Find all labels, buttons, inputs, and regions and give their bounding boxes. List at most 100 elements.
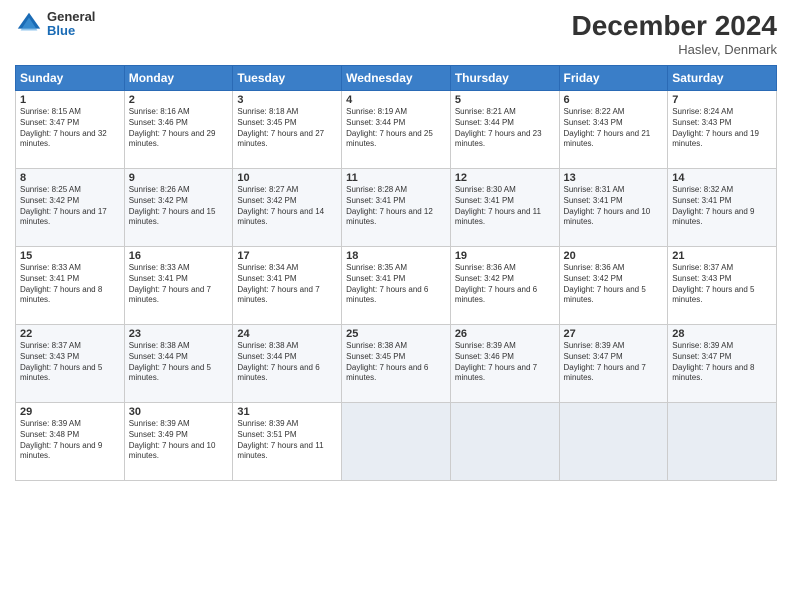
- cell-details: Sunrise: 8:39 AMSunset: 3:49 PMDaylight:…: [129, 419, 229, 462]
- logo-text: General Blue: [47, 10, 95, 39]
- cell-details: Sunrise: 8:25 AMSunset: 3:42 PMDaylight:…: [20, 185, 120, 228]
- cell-details: Sunrise: 8:30 AMSunset: 3:41 PMDaylight:…: [455, 185, 555, 228]
- calendar-cell: 16Sunrise: 8:33 AMSunset: 3:41 PMDayligh…: [124, 247, 233, 325]
- day-number: 1: [20, 94, 120, 106]
- day-number: 12: [455, 172, 555, 184]
- calendar-cell: 29Sunrise: 8:39 AMSunset: 3:48 PMDayligh…: [16, 403, 125, 481]
- calendar-cell: 8Sunrise: 8:25 AMSunset: 3:42 PMDaylight…: [16, 169, 125, 247]
- calendar-cell: 2Sunrise: 8:16 AMSunset: 3:46 PMDaylight…: [124, 91, 233, 169]
- day-number: 8: [20, 172, 120, 184]
- calendar-cell: 26Sunrise: 8:39 AMSunset: 3:46 PMDayligh…: [450, 325, 559, 403]
- calendar-cell: [342, 403, 451, 481]
- calendar-cell: 24Sunrise: 8:38 AMSunset: 3:44 PMDayligh…: [233, 325, 342, 403]
- cell-details: Sunrise: 8:15 AMSunset: 3:47 PMDaylight:…: [20, 107, 120, 150]
- page: General Blue December 2024 Haslev, Denma…: [0, 0, 792, 612]
- logo: General Blue: [15, 10, 95, 39]
- calendar-cell: 15Sunrise: 8:33 AMSunset: 3:41 PMDayligh…: [16, 247, 125, 325]
- cell-details: Sunrise: 8:33 AMSunset: 3:41 PMDaylight:…: [20, 263, 120, 306]
- day-number: 2: [129, 94, 229, 106]
- calendar-cell: 30Sunrise: 8:39 AMSunset: 3:49 PMDayligh…: [124, 403, 233, 481]
- day-number: 25: [346, 328, 446, 340]
- calendar-cell: [559, 403, 668, 481]
- day-number: 26: [455, 328, 555, 340]
- cell-details: Sunrise: 8:37 AMSunset: 3:43 PMDaylight:…: [20, 341, 120, 384]
- cell-details: Sunrise: 8:39 AMSunset: 3:51 PMDaylight:…: [237, 419, 337, 462]
- calendar-cell: 23Sunrise: 8:38 AMSunset: 3:44 PMDayligh…: [124, 325, 233, 403]
- column-header-friday: Friday: [559, 66, 668, 91]
- cell-details: Sunrise: 8:24 AMSunset: 3:43 PMDaylight:…: [672, 107, 772, 150]
- cell-details: Sunrise: 8:27 AMSunset: 3:42 PMDaylight:…: [237, 185, 337, 228]
- cell-details: Sunrise: 8:19 AMSunset: 3:44 PMDaylight:…: [346, 107, 446, 150]
- day-number: 31: [237, 406, 337, 418]
- day-number: 13: [564, 172, 664, 184]
- logo-blue: Blue: [47, 24, 95, 38]
- column-header-tuesday: Tuesday: [233, 66, 342, 91]
- header: General Blue December 2024 Haslev, Denma…: [15, 10, 777, 57]
- week-row-1: 1Sunrise: 8:15 AMSunset: 3:47 PMDaylight…: [16, 91, 777, 169]
- cell-details: Sunrise: 8:38 AMSunset: 3:44 PMDaylight:…: [129, 341, 229, 384]
- day-number: 23: [129, 328, 229, 340]
- calendar-cell: 21Sunrise: 8:37 AMSunset: 3:43 PMDayligh…: [668, 247, 777, 325]
- day-number: 7: [672, 94, 772, 106]
- column-header-wednesday: Wednesday: [342, 66, 451, 91]
- calendar-cell: 9Sunrise: 8:26 AMSunset: 3:42 PMDaylight…: [124, 169, 233, 247]
- cell-details: Sunrise: 8:39 AMSunset: 3:48 PMDaylight:…: [20, 419, 120, 462]
- cell-details: Sunrise: 8:32 AMSunset: 3:41 PMDaylight:…: [672, 185, 772, 228]
- cell-details: Sunrise: 8:31 AMSunset: 3:41 PMDaylight:…: [564, 185, 664, 228]
- calendar-cell: 18Sunrise: 8:35 AMSunset: 3:41 PMDayligh…: [342, 247, 451, 325]
- day-number: 6: [564, 94, 664, 106]
- calendar-cell: 12Sunrise: 8:30 AMSunset: 3:41 PMDayligh…: [450, 169, 559, 247]
- calendar-cell: 3Sunrise: 8:18 AMSunset: 3:45 PMDaylight…: [233, 91, 342, 169]
- cell-details: Sunrise: 8:39 AMSunset: 3:47 PMDaylight:…: [672, 341, 772, 384]
- cell-details: Sunrise: 8:21 AMSunset: 3:44 PMDaylight:…: [455, 107, 555, 150]
- calendar-cell: 31Sunrise: 8:39 AMSunset: 3:51 PMDayligh…: [233, 403, 342, 481]
- cell-details: Sunrise: 8:36 AMSunset: 3:42 PMDaylight:…: [455, 263, 555, 306]
- week-row-2: 8Sunrise: 8:25 AMSunset: 3:42 PMDaylight…: [16, 169, 777, 247]
- calendar-cell: 17Sunrise: 8:34 AMSunset: 3:41 PMDayligh…: [233, 247, 342, 325]
- calendar-cell: 14Sunrise: 8:32 AMSunset: 3:41 PMDayligh…: [668, 169, 777, 247]
- calendar-cell: 11Sunrise: 8:28 AMSunset: 3:41 PMDayligh…: [342, 169, 451, 247]
- cell-details: Sunrise: 8:22 AMSunset: 3:43 PMDaylight:…: [564, 107, 664, 150]
- calendar-cell: 13Sunrise: 8:31 AMSunset: 3:41 PMDayligh…: [559, 169, 668, 247]
- week-row-3: 15Sunrise: 8:33 AMSunset: 3:41 PMDayligh…: [16, 247, 777, 325]
- day-number: 20: [564, 250, 664, 262]
- day-number: 15: [20, 250, 120, 262]
- calendar-cell: 22Sunrise: 8:37 AMSunset: 3:43 PMDayligh…: [16, 325, 125, 403]
- day-number: 17: [237, 250, 337, 262]
- week-row-5: 29Sunrise: 8:39 AMSunset: 3:48 PMDayligh…: [16, 403, 777, 481]
- calendar-cell: 19Sunrise: 8:36 AMSunset: 3:42 PMDayligh…: [450, 247, 559, 325]
- cell-details: Sunrise: 8:38 AMSunset: 3:44 PMDaylight:…: [237, 341, 337, 384]
- cell-details: Sunrise: 8:16 AMSunset: 3:46 PMDaylight:…: [129, 107, 229, 150]
- calendar-cell: 28Sunrise: 8:39 AMSunset: 3:47 PMDayligh…: [668, 325, 777, 403]
- cell-details: Sunrise: 8:39 AMSunset: 3:47 PMDaylight:…: [564, 341, 664, 384]
- cell-details: Sunrise: 8:26 AMSunset: 3:42 PMDaylight:…: [129, 185, 229, 228]
- calendar-cell: 27Sunrise: 8:39 AMSunset: 3:47 PMDayligh…: [559, 325, 668, 403]
- day-number: 28: [672, 328, 772, 340]
- cell-details: Sunrise: 8:36 AMSunset: 3:42 PMDaylight:…: [564, 263, 664, 306]
- cell-details: Sunrise: 8:37 AMSunset: 3:43 PMDaylight:…: [672, 263, 772, 306]
- cell-details: Sunrise: 8:33 AMSunset: 3:41 PMDaylight:…: [129, 263, 229, 306]
- calendar-cell: 25Sunrise: 8:38 AMSunset: 3:45 PMDayligh…: [342, 325, 451, 403]
- calendar-cell: 20Sunrise: 8:36 AMSunset: 3:42 PMDayligh…: [559, 247, 668, 325]
- calendar-cell: 4Sunrise: 8:19 AMSunset: 3:44 PMDaylight…: [342, 91, 451, 169]
- location: Haslev, Denmark: [572, 42, 777, 57]
- calendar-cell: 1Sunrise: 8:15 AMSunset: 3:47 PMDaylight…: [16, 91, 125, 169]
- header-row: SundayMondayTuesdayWednesdayThursdayFrid…: [16, 66, 777, 91]
- logo-general: General: [47, 10, 95, 24]
- column-header-sunday: Sunday: [16, 66, 125, 91]
- day-number: 14: [672, 172, 772, 184]
- calendar-cell: 10Sunrise: 8:27 AMSunset: 3:42 PMDayligh…: [233, 169, 342, 247]
- calendar-cell: [668, 403, 777, 481]
- column-header-thursday: Thursday: [450, 66, 559, 91]
- day-number: 18: [346, 250, 446, 262]
- day-number: 22: [20, 328, 120, 340]
- day-number: 29: [20, 406, 120, 418]
- week-row-4: 22Sunrise: 8:37 AMSunset: 3:43 PMDayligh…: [16, 325, 777, 403]
- cell-details: Sunrise: 8:28 AMSunset: 3:41 PMDaylight:…: [346, 185, 446, 228]
- calendar-cell: 5Sunrise: 8:21 AMSunset: 3:44 PMDaylight…: [450, 91, 559, 169]
- day-number: 10: [237, 172, 337, 184]
- day-number: 27: [564, 328, 664, 340]
- logo-icon: [15, 10, 43, 38]
- day-number: 21: [672, 250, 772, 262]
- calendar-cell: 7Sunrise: 8:24 AMSunset: 3:43 PMDaylight…: [668, 91, 777, 169]
